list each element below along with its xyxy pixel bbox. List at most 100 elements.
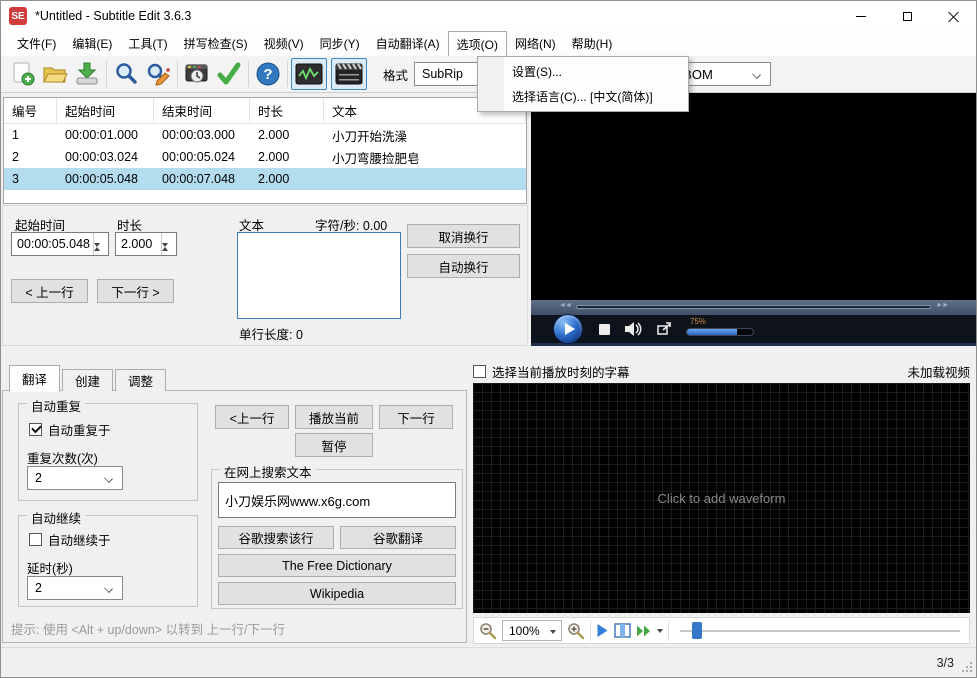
stop-button[interactable] xyxy=(599,323,610,335)
waveform-toolbar: 100% xyxy=(473,617,970,644)
replace-button[interactable] xyxy=(142,58,174,90)
menu-item-settings[interactable]: 设置(S)... xyxy=(478,59,688,84)
checkbox-unchecked-icon[interactable] xyxy=(29,533,42,546)
play-waveform-icon[interactable] xyxy=(596,623,609,638)
checkbox-checked-icon[interactable] xyxy=(29,423,42,436)
delay-combobox[interactable]: 2 xyxy=(27,576,123,600)
playback-speed-icon[interactable] xyxy=(636,624,652,638)
maximize-button[interactable] xyxy=(884,1,930,31)
next-line-button[interactable]: 下一行 > xyxy=(97,279,174,303)
subtitle-row[interactable]: 2 00:00:03.024 00:00:05.024 2.000 小刀弯腰捡肥… xyxy=(4,146,526,168)
resize-grip[interactable] xyxy=(961,661,973,673)
menu-item-options[interactable]: 选项(O) xyxy=(447,31,507,56)
cell-text xyxy=(324,168,526,190)
auto-continue-checkbox-row[interactable]: 自动继续于 xyxy=(29,530,111,549)
auto-repeat-checkbox-row[interactable]: 自动重复于 xyxy=(29,420,111,439)
column-header-number[interactable]: 编号 xyxy=(4,98,57,123)
pause-button[interactable]: 暂停 xyxy=(295,433,373,457)
previous-line-button-bottom[interactable]: <上一行 xyxy=(215,405,289,429)
waveform-area[interactable]: Click to add waveform xyxy=(473,383,970,613)
find-button[interactable] xyxy=(110,58,142,90)
minimize-button[interactable] xyxy=(838,1,884,31)
check-icon xyxy=(217,62,241,85)
menu-item-choose-language[interactable]: 选择语言(C)... [中文(简体)] xyxy=(478,84,688,109)
cell-end: 00:00:05.024 xyxy=(162,150,235,164)
play-current-button[interactable]: 播放当前 xyxy=(295,405,373,429)
duration-spinner[interactable]: 2.000 xyxy=(115,232,177,261)
slider-thumb[interactable] xyxy=(692,621,702,639)
help-icon: ? xyxy=(256,62,280,86)
subtitle-listview: 编号 起始时间 结束时间 时长 文本 1 00:00:01.000 00:00:… xyxy=(3,97,527,204)
column-header-end[interactable]: 结束时间 xyxy=(154,98,250,123)
waveform-header: 选择当前播放时刻的字幕 未加载视频 xyxy=(473,361,970,381)
navigation-hint: 提示: 使用 <Alt + up/down> 以转到 上一行/下一行 xyxy=(11,623,286,637)
menu-item-file[interactable]: 文件(F) xyxy=(9,31,64,56)
menu-bar: 文件(F) 编辑(E) 工具(T) 拼写检查(S) 视频(V) 同步(Y) 自动… xyxy=(1,31,976,56)
menu-item-tools[interactable]: 工具(T) xyxy=(120,31,175,56)
start-time-spinner[interactable]: 00:00:05.048 xyxy=(11,232,109,261)
help-button[interactable]: ? xyxy=(252,58,284,90)
visual-sync-button[interactable] xyxy=(181,58,213,90)
subtitle-text-input[interactable] xyxy=(237,232,401,319)
unbreak-button[interactable]: 取消换行 xyxy=(407,224,520,248)
free-dictionary-button[interactable]: The Free Dictionary xyxy=(218,554,456,577)
volume-slider[interactable]: 75% xyxy=(686,317,756,340)
subtitle-row-selected[interactable]: 3 00:00:05.048 00:00:07.048 2.000 xyxy=(4,168,526,190)
volume-fill xyxy=(687,329,737,335)
chevron-down-icon xyxy=(550,630,556,634)
open-file-button[interactable] xyxy=(39,58,71,90)
volume-icon[interactable] xyxy=(624,321,644,337)
previous-line-button[interactable]: < 上一行 xyxy=(11,279,88,303)
waveform-toggle-button[interactable] xyxy=(291,58,327,90)
play-button[interactable] xyxy=(553,314,583,344)
column-header-duration[interactable]: 时长 xyxy=(250,98,324,123)
slider-track[interactable] xyxy=(680,629,960,632)
video-player[interactable]: ◄◄ ►► 75% xyxy=(531,93,976,346)
google-search-button[interactable]: 谷歌搜索该行 xyxy=(218,526,334,549)
subtitle-row[interactable]: 1 00:00:01.000 00:00:03.000 2.000 小刀开始洗澡 xyxy=(4,124,526,146)
volume-track[interactable] xyxy=(686,328,754,336)
menu-item-sync[interactable]: 同步(Y) xyxy=(312,31,368,56)
center-video-position-icon[interactable] xyxy=(614,623,631,638)
next-line-button-bottom[interactable]: 下一行 xyxy=(379,405,453,429)
menu-item-spellcheck[interactable]: 拼写检查(S) xyxy=(176,31,256,56)
fast-forward-icon[interactable]: ►► xyxy=(936,302,949,309)
app-icon: SE xyxy=(9,7,27,25)
zoom-in-icon[interactable] xyxy=(567,622,585,640)
column-header-start[interactable]: 起始时间 xyxy=(57,98,154,123)
app-window: SE *Untitled - Subtitle Edit 3.6.3 文件(F)… xyxy=(0,0,977,678)
web-search-input[interactable] xyxy=(218,482,456,518)
replace-icon xyxy=(147,63,170,86)
cell-end: 00:00:07.048 xyxy=(162,172,235,186)
seek-track[interactable] xyxy=(576,305,931,309)
select-current-subtitle-row[interactable]: 选择当前播放时刻的字幕 xyxy=(473,362,630,381)
menu-item-video[interactable]: 视频(V) xyxy=(256,31,312,56)
tab-translate[interactable]: 翻译 xyxy=(9,365,61,392)
autobreak-button[interactable]: 自动换行 xyxy=(407,254,520,278)
spinner-buttons[interactable] xyxy=(93,233,108,261)
google-translate-button[interactable]: 谷歌翻译 xyxy=(340,526,456,549)
menu-item-autotranslate[interactable]: 自动翻译(A) xyxy=(368,31,448,56)
save-button[interactable] xyxy=(71,58,103,90)
checkbox-unchecked-icon[interactable] xyxy=(473,364,486,378)
waveform-zoom-combobox[interactable]: 100% xyxy=(502,620,562,641)
tab-adjust[interactable]: 调整 xyxy=(115,369,167,391)
menu-item-edit[interactable]: 编辑(E) xyxy=(64,31,120,56)
menu-item-help[interactable]: 帮助(H) xyxy=(564,31,621,56)
repeat-count-combobox[interactable]: 2 xyxy=(27,466,123,490)
video-toggle-button[interactable] xyxy=(331,58,367,90)
wikipedia-button[interactable]: Wikipedia xyxy=(218,582,456,605)
fullscreen-icon[interactable] xyxy=(657,322,672,336)
tab-create[interactable]: 创建 xyxy=(62,369,114,391)
waveform-position-slider[interactable] xyxy=(680,621,964,641)
new-file-button[interactable] xyxy=(7,58,39,90)
zoom-out-icon[interactable] xyxy=(479,622,497,640)
menu-item-network[interactable]: 网络(N) xyxy=(507,31,564,56)
spinner-buttons[interactable] xyxy=(161,233,176,261)
auto-continue-group: 自动继续 自动继续于 延时(秒) 2 xyxy=(18,508,198,607)
spell-check-button[interactable] xyxy=(213,58,245,90)
player-button-row: 75% xyxy=(531,314,976,344)
rewind-icon[interactable]: ◄◄ xyxy=(559,302,572,309)
chevron-down-icon[interactable] xyxy=(657,628,663,633)
close-button[interactable] xyxy=(930,1,976,31)
